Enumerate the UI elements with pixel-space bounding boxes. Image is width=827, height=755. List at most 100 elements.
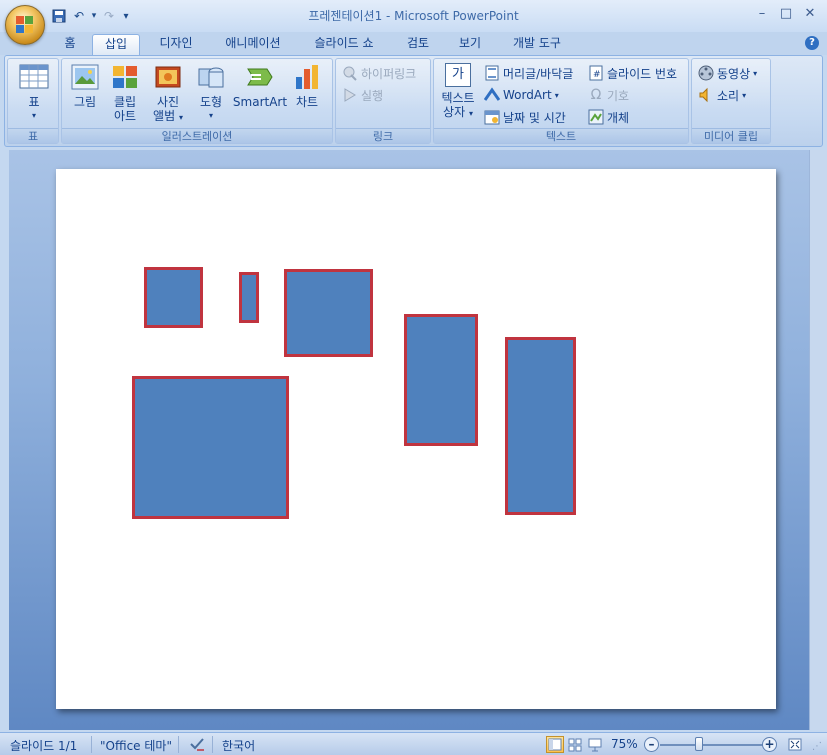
table-label: 표 bbox=[28, 95, 40, 109]
chart-icon bbox=[292, 63, 322, 91]
title-bar: ↶ ▾ ↷ ▾ 프레젠테이션1 - Microsoft PowerPoint –… bbox=[0, 0, 827, 32]
film-reel-icon bbox=[698, 65, 714, 81]
smartart-button[interactable]: SmartArt bbox=[232, 63, 288, 109]
datetime-label: 날짜 및 시간 bbox=[503, 110, 566, 125]
header-footer-button[interactable]: 머리글/바닥글 bbox=[484, 63, 573, 83]
clipart-icon bbox=[110, 63, 140, 91]
group-label-links: 링크 bbox=[336, 128, 430, 143]
shapes-dropdown-icon: ▾ bbox=[208, 111, 213, 120]
ribbon-tab-bar: 홈 삽입 디자인 애니메이션 슬라이드 쇼 검토 보기 개발 도구 ? bbox=[0, 32, 827, 55]
slide-sorter-view-button[interactable] bbox=[566, 736, 584, 753]
rectangle-shape-1[interactable] bbox=[144, 267, 203, 328]
zoom-out-button[interactable]: – bbox=[644, 737, 659, 752]
wordart-icon bbox=[483, 87, 501, 103]
slide-number-icon: # bbox=[588, 65, 604, 81]
close-button[interactable]: ✕ bbox=[799, 4, 821, 24]
rectangle-shape-5[interactable] bbox=[505, 337, 576, 515]
slide-canvas[interactable] bbox=[56, 169, 776, 709]
textbox-dropdown-icon: ▾ bbox=[468, 109, 473, 118]
office-logo-icon bbox=[16, 16, 34, 34]
sound-button[interactable]: 소리 ▾ bbox=[698, 85, 746, 105]
fit-to-window-button[interactable] bbox=[786, 736, 804, 753]
textbox-button[interactable]: 가 텍스트 상자 ▾ bbox=[438, 63, 478, 121]
textbox-label-2: 상자 ▾ bbox=[443, 105, 473, 119]
clipart-button[interactable]: 클립 아트 bbox=[108, 63, 142, 123]
zoom-slider-thumb[interactable] bbox=[695, 737, 703, 751]
status-separator bbox=[178, 736, 179, 753]
tab-view[interactable]: 보기 bbox=[450, 34, 490, 55]
wordart-button[interactable]: WordArt ▾ bbox=[483, 85, 559, 105]
zoom-slider-track[interactable] bbox=[660, 744, 765, 746]
hyperlink-icon bbox=[342, 65, 358, 81]
smartart-label: SmartArt bbox=[232, 95, 288, 109]
smartart-icon bbox=[245, 63, 275, 91]
tab-developer[interactable]: 개발 도구 bbox=[504, 34, 570, 55]
shapes-label: 도형 bbox=[199, 95, 223, 109]
action-icon bbox=[342, 87, 358, 103]
svg-text:#: # bbox=[593, 70, 601, 80]
textbox-label-1: 텍스트 bbox=[441, 91, 475, 105]
tab-insert[interactable]: 삽입 bbox=[92, 34, 140, 55]
normal-view-button[interactable] bbox=[546, 736, 564, 753]
group-text: 가 텍스트 상자 ▾ 머리글/바닥글 WordArt ▾ 날짜 및 시간 # 슬… bbox=[433, 58, 689, 144]
sound-label: 소리 bbox=[717, 88, 740, 103]
resize-grip-icon[interactable]: ⋰ bbox=[812, 741, 822, 752]
office-button[interactable] bbox=[5, 5, 45, 45]
slide-number-button[interactable]: # 슬라이드 번호 bbox=[588, 63, 677, 83]
wordart-dropdown-icon: ▾ bbox=[554, 90, 559, 100]
symbol-label: 기호 bbox=[607, 88, 630, 103]
tab-animations[interactable]: 애니메이션 bbox=[216, 34, 290, 55]
status-bar: 슬라이드 1/1 "Office 테마" 한국어 75% – + ⋰ bbox=[0, 732, 827, 755]
rectangle-shape-6[interactable] bbox=[132, 376, 289, 519]
window-title: 프레젠테이션1 - Microsoft PowerPoint bbox=[308, 9, 519, 23]
photo-album-button[interactable]: 사진 앨범 ▾ bbox=[150, 63, 186, 125]
photo-album-label-2: 앨범 ▾ bbox=[153, 109, 183, 123]
ribbon: 표 ▾ 표 그림 클립 아트 사진 앨범 ▾ 도형 ▾ SmartArt 차트 … bbox=[4, 55, 823, 147]
slide-counter: 슬라이드 1/1 bbox=[10, 739, 78, 753]
photo-album-dropdown-icon: ▾ bbox=[178, 113, 183, 122]
shapes-icon bbox=[196, 63, 226, 91]
zoom-in-button[interactable]: + bbox=[762, 737, 777, 752]
table-dropdown-icon: ▾ bbox=[31, 111, 36, 120]
group-label-illustrations: 일러스트레이션 bbox=[62, 128, 332, 143]
symbol-button[interactable]: Ω 기호 bbox=[588, 85, 629, 105]
photo-album-icon bbox=[153, 63, 183, 91]
slideshow-view-button[interactable] bbox=[586, 736, 604, 753]
datetime-button[interactable]: 날짜 및 시간 bbox=[484, 107, 566, 127]
shapes-button[interactable]: 도형 ▾ bbox=[194, 63, 228, 123]
tab-slideshow[interactable]: 슬라이드 쇼 bbox=[304, 34, 384, 55]
spellcheck-icon[interactable] bbox=[188, 735, 206, 755]
object-button[interactable]: 개체 bbox=[588, 107, 629, 127]
language[interactable]: 한국어 bbox=[222, 737, 255, 754]
header-footer-label: 머리글/바닥글 bbox=[503, 66, 574, 81]
help-icon[interactable]: ? bbox=[805, 36, 819, 50]
chart-label: 차트 bbox=[295, 95, 319, 109]
theme-name[interactable]: "Office 테마" bbox=[100, 737, 172, 754]
movie-button[interactable]: 동영상 ▾ bbox=[698, 63, 757, 83]
zoom-level[interactable]: 75% bbox=[611, 737, 638, 751]
group-label-text: 텍스트 bbox=[434, 128, 688, 143]
action-button[interactable]: 실행 bbox=[342, 85, 383, 105]
clipart-label-2: 아트 bbox=[113, 109, 137, 123]
wordart-label: WordArt bbox=[503, 88, 552, 102]
chart-button[interactable]: 차트 bbox=[290, 63, 324, 109]
status-separator bbox=[91, 736, 92, 753]
tab-review[interactable]: 검토 bbox=[398, 34, 438, 55]
minimize-button[interactable]: – bbox=[751, 4, 773, 24]
status-separator bbox=[212, 736, 213, 753]
clipart-label-1: 클립 bbox=[113, 95, 137, 109]
tab-design[interactable]: 디자인 bbox=[150, 34, 202, 55]
datetime-icon bbox=[484, 109, 500, 125]
hyperlink-button[interactable]: 하이퍼링크 bbox=[342, 63, 416, 83]
rectangle-shape-2[interactable] bbox=[239, 272, 259, 323]
tab-home[interactable]: 홈 bbox=[58, 34, 82, 55]
rectangle-shape-3[interactable] bbox=[284, 269, 373, 357]
rectangle-shape-4[interactable] bbox=[404, 314, 478, 446]
picture-button[interactable]: 그림 bbox=[68, 63, 102, 109]
group-links: 하이퍼링크 실행 링크 bbox=[335, 58, 431, 144]
vertical-scrollbar[interactable] bbox=[809, 150, 827, 730]
movie-label: 동영상 bbox=[717, 66, 751, 81]
maximize-button[interactable]: □ bbox=[775, 4, 797, 24]
table-button[interactable]: 표 ▾ bbox=[16, 63, 52, 123]
table-icon bbox=[19, 63, 49, 91]
